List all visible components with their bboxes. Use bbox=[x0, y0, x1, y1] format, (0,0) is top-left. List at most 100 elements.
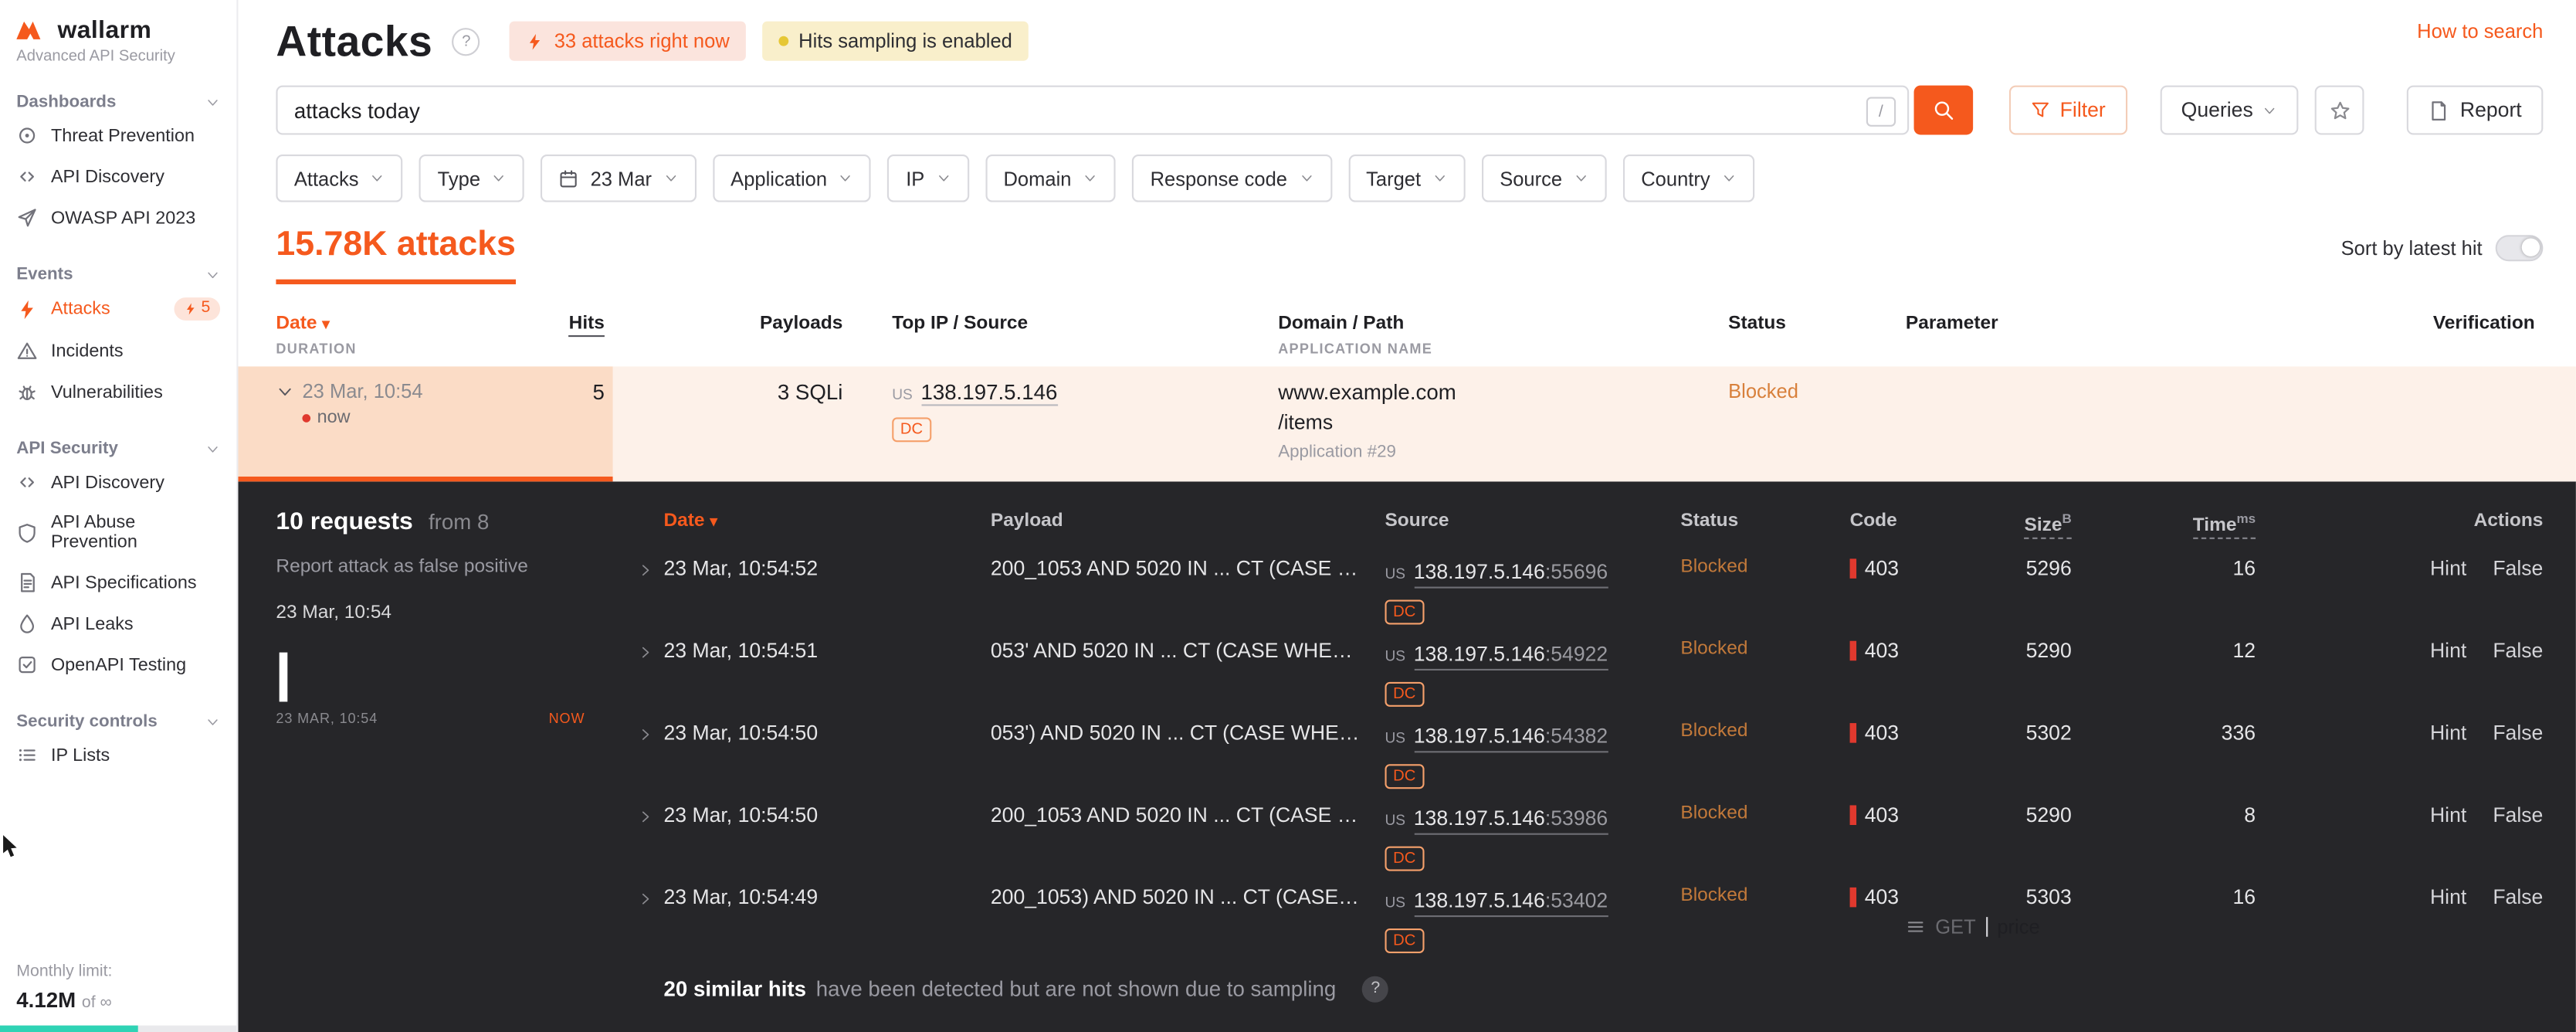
chevron-down-icon bbox=[1574, 171, 1588, 185]
th-label: Payloads bbox=[759, 314, 843, 334]
nav-label: Attacks bbox=[50, 299, 110, 319]
search-input[interactable] bbox=[276, 85, 1909, 135]
live-attacks-badge[interactable]: 33 attacks right now bbox=[510, 21, 747, 61]
brand-logo[interactable]: wallarm bbox=[0, 16, 236, 44]
search-button[interactable] bbox=[1913, 85, 1973, 135]
attacks-count-badge: 5 bbox=[175, 297, 221, 321]
sidebar-item-vulnerabilities[interactable]: Vulnerabilities bbox=[0, 372, 236, 412]
country-code: us bbox=[892, 385, 913, 403]
sidebar-item-ip-lists[interactable]: IP Lists bbox=[0, 735, 236, 776]
toggle-knob bbox=[2521, 238, 2540, 256]
document-icon bbox=[16, 572, 38, 593]
attack-row-selected[interactable]: 23 Mar, 10:54 now 5 3 SQLi us 138.197.5.… bbox=[238, 366, 2576, 939]
report-button[interactable]: Report bbox=[2407, 85, 2544, 135]
filter-chip-application[interactable]: Application bbox=[712, 154, 872, 202]
nav-label: Threat Prevention bbox=[50, 125, 195, 146]
filter-chip-source[interactable]: Source bbox=[1481, 154, 1607, 202]
sidebar-item-openapi-testing[interactable]: OpenAPI Testing bbox=[0, 644, 236, 685]
filter-chip-type[interactable]: Type bbox=[419, 154, 525, 202]
chip-label: Application bbox=[730, 166, 828, 190]
page-header: Attacks ? 33 attacks right now Hits samp… bbox=[238, 0, 2575, 69]
chevron-down-icon bbox=[663, 171, 678, 185]
sidebar-item-api-discovery-2[interactable]: API Discovery bbox=[0, 462, 236, 503]
chevron-down-icon bbox=[2263, 103, 2278, 117]
nav-label: API Abuse Prevention bbox=[50, 512, 137, 552]
ip-link[interactable]: 138.197.5.146 bbox=[920, 379, 1058, 406]
filter-chip-date[interactable]: 23 Mar bbox=[541, 154, 697, 202]
column-payloads: Payloads bbox=[605, 314, 842, 334]
filter-chip-ip[interactable]: IP bbox=[887, 154, 969, 202]
chip-label: Country bbox=[1641, 166, 1710, 190]
section-header-events[interactable]: Events bbox=[0, 255, 236, 288]
chip-label: Domain bbox=[1003, 166, 1072, 190]
sidebar-item-api-abuse-prevention[interactable]: API Abuse Prevention bbox=[0, 503, 236, 562]
sampling-text: Hits sampling is enabled bbox=[798, 29, 1012, 53]
chevron-down-icon bbox=[839, 171, 853, 185]
how-to-search-link[interactable]: How to search bbox=[2417, 20, 2543, 43]
divider bbox=[1985, 917, 1988, 937]
sidebar-item-owasp-api-2023[interactable]: OWASP API 2023 bbox=[0, 197, 236, 238]
mouse-cursor-icon bbox=[2, 835, 19, 860]
droplet-icon bbox=[16, 613, 38, 635]
chevron-down-icon[interactable] bbox=[276, 382, 293, 400]
datacenter-tag[interactable]: DC bbox=[892, 417, 931, 443]
chevron-down-icon bbox=[936, 171, 951, 185]
sidebar-item-api-leaks[interactable]: API Leaks bbox=[0, 603, 236, 644]
nav-label: API Discovery bbox=[50, 472, 164, 493]
sampling-badge: Hits sampling is enabled bbox=[762, 21, 1029, 61]
th-label: Top IP / Source bbox=[892, 314, 1029, 334]
sidebar-item-api-specifications[interactable]: API Specifications bbox=[0, 562, 236, 603]
chevron-down-icon bbox=[205, 441, 220, 456]
chip-label: Target bbox=[1366, 166, 1422, 190]
attack-date: 23 Mar, 10:54 bbox=[302, 379, 423, 403]
th-label: Domain / Path bbox=[1278, 314, 1405, 334]
favorite-button[interactable] bbox=[2315, 85, 2365, 135]
sidebar-section-security-controls: Security controls IP Lists bbox=[0, 701, 236, 776]
search-row: / Filter Queries Report bbox=[238, 85, 2575, 135]
attack-parameter-cell: GET price bbox=[1906, 379, 2338, 1032]
attack-payloads: 3 SQLi bbox=[777, 379, 843, 405]
nav-label: IP Lists bbox=[50, 745, 110, 766]
attack-now: now bbox=[317, 407, 351, 428]
chevron-down-icon bbox=[1432, 171, 1447, 185]
help-icon[interactable]: ? bbox=[452, 27, 480, 56]
slash-shortcut-hint: / bbox=[1866, 97, 1896, 127]
filter-chip-response-code[interactable]: Response code bbox=[1132, 154, 1332, 202]
parameter-list-icon bbox=[1906, 917, 1926, 937]
sidebar-section-dashboards: Dashboards Threat Prevention API Discove… bbox=[0, 82, 236, 238]
live-dot-icon bbox=[302, 413, 311, 422]
limit-amount: 4.12M bbox=[16, 987, 76, 1013]
column-date[interactable]: Date ▾ DURATION bbox=[276, 314, 506, 356]
section-header-dashboards[interactable]: Dashboards bbox=[0, 82, 236, 115]
queries-button[interactable]: Queries bbox=[2159, 85, 2300, 135]
chip-label: Source bbox=[1500, 166, 1563, 190]
nav-label: Incidents bbox=[50, 341, 124, 361]
sort-toggle[interactable] bbox=[2495, 235, 2544, 262]
section-header-api-security[interactable]: API Security bbox=[0, 429, 236, 462]
report-label: Report bbox=[2459, 98, 2522, 122]
monthly-limit: Monthly limit: 4.12M of ∞ bbox=[16, 963, 112, 1013]
sidebar-item-incidents[interactable]: Incidents bbox=[0, 331, 236, 372]
chip-label: Attacks bbox=[293, 166, 359, 190]
sidebar: wallarm Advanced API Security Dashboards… bbox=[0, 0, 239, 1032]
section-header-security-controls[interactable]: Security controls bbox=[0, 701, 236, 735]
monthly-limit-bar bbox=[0, 1025, 237, 1032]
sidebar-item-api-discovery[interactable]: API Discovery bbox=[0, 156, 236, 197]
code-icon bbox=[16, 166, 38, 188]
filter-chip-country[interactable]: Country bbox=[1622, 154, 1755, 202]
summary-row: 15.78K attacks Sort by latest hit bbox=[238, 225, 2575, 285]
filter-chip-target[interactable]: Target bbox=[1347, 154, 1466, 202]
sidebar-item-threat-prevention[interactable]: Threat Prevention bbox=[0, 115, 236, 156]
nav-label: Vulnerabilities bbox=[50, 382, 163, 402]
attack-hits: 5 bbox=[592, 379, 605, 405]
lightning-icon bbox=[185, 302, 198, 315]
parameter-name: price bbox=[1997, 915, 2040, 939]
checkbox-icon bbox=[16, 654, 38, 676]
th-label: Verification bbox=[2432, 314, 2535, 334]
filter-chip-attacks[interactable]: Attacks bbox=[276, 154, 404, 202]
filter-chip-domain[interactable]: Domain bbox=[985, 154, 1116, 202]
column-domain: Domain / Path APPLICATION NAME bbox=[1278, 314, 1728, 356]
filter-button[interactable]: Filter bbox=[2008, 85, 2127, 135]
nav-label: API Leaks bbox=[50, 613, 134, 634]
sidebar-item-attacks[interactable]: Attacks 5 bbox=[0, 287, 236, 330]
